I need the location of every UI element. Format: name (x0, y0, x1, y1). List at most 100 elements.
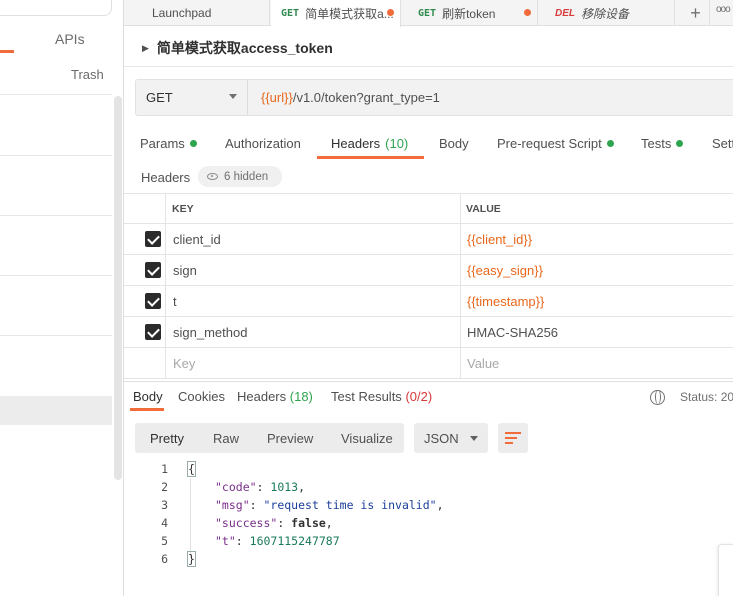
wrap-lines-icon[interactable] (498, 423, 528, 453)
view-visualize[interactable]: Visualize (341, 431, 393, 446)
tab-method: GET (281, 8, 300, 19)
tab-count: (18) (289, 389, 313, 404)
table-border (124, 378, 733, 379)
table-border (124, 254, 733, 255)
table-border (124, 316, 733, 317)
sidebar-search-box[interactable] (0, 0, 112, 16)
table-border (124, 347, 733, 348)
view-raw[interactable]: Raw (213, 431, 239, 446)
response-status: Status: 20 (680, 390, 733, 404)
table-column-divider (460, 193, 461, 378)
line-number: 6 (161, 552, 168, 566)
tab-launchpad[interactable]: Launchpad (138, 0, 270, 26)
method-select[interactable]: GET (136, 80, 248, 115)
active-tab-indicator (317, 156, 424, 159)
tab-label: Launchpad (152, 6, 212, 20)
row-enabled-checkbox[interactable] (145, 262, 161, 278)
tab-params[interactable]: Params (140, 136, 197, 151)
response-tab-body[interactable]: Body (133, 389, 163, 404)
response-divider[interactable] (124, 381, 733, 382)
table-border (124, 223, 733, 224)
code-line: "code": 1013, (215, 480, 306, 494)
eye-icon (207, 173, 218, 180)
tab-label: Body (439, 136, 469, 151)
tab-delete-device[interactable]: DEL 移除设备 (545, 0, 675, 26)
hidden-count: 6 hidden (224, 170, 269, 183)
tab-authorization[interactable]: Authorization (225, 136, 301, 151)
hidden-headers-toggle[interactable]: 6 hidden (198, 166, 282, 187)
floating-panel-edge[interactable] (718, 544, 733, 596)
active-dot-icon (676, 140, 684, 147)
json-key: "msg" (215, 498, 250, 512)
response-tab-headers[interactable]: Headers (18) (237, 389, 313, 404)
header-key[interactable]: client_id (173, 232, 221, 247)
response-tab-test-results[interactable]: Test Results (0/2) (331, 389, 432, 404)
line-number: 1 (161, 462, 168, 476)
sidebar-divider (0, 155, 112, 156)
sidebar-tab-apis[interactable]: APIs (55, 31, 85, 47)
tab-headers[interactable]: Headers (10) (331, 136, 408, 151)
globe-icon[interactable] (650, 390, 665, 405)
line-number: 4 (161, 516, 168, 530)
new-value-input[interactable]: Value (467, 356, 499, 371)
tab-label: 简单模式获取a... (305, 7, 394, 21)
tab-label: Test Results (331, 389, 402, 404)
header-value[interactable]: {{easy_sign}} (467, 263, 543, 278)
table-column-divider (165, 193, 166, 378)
new-tab-plus-icon[interactable]: + (682, 0, 710, 26)
row-enabled-checkbox[interactable] (145, 231, 161, 247)
code-line: "t": 1607115247787 (215, 534, 340, 548)
url-input[interactable]: {{url}}/v1.0/token?grant_type=1 (261, 90, 440, 105)
request-name: 简单模式获取access_token (156, 40, 333, 56)
format-value: JSON (424, 430, 459, 446)
code-line: } (187, 551, 196, 567)
json-key: "success" (215, 516, 278, 530)
json-value: false (291, 516, 326, 530)
active-tab-indicator (130, 408, 164, 411)
header-value[interactable]: {{timestamp}} (467, 294, 544, 309)
tab-get-access-token[interactable]: GET 简单模式获取a... (271, 0, 401, 27)
more-tabs-icon[interactable]: ooo (716, 4, 731, 15)
header-value[interactable]: HMAC-SHA256 (467, 325, 558, 340)
table-border (124, 193, 733, 194)
sidebar (0, 0, 124, 596)
sidebar-scrollbar[interactable] (114, 96, 122, 480)
tab-body[interactable]: Body (439, 136, 469, 151)
sidebar-item-selected[interactable] (0, 396, 112, 425)
request-title[interactable]: ▶ 简单模式获取access_token (142, 38, 333, 58)
code-line: { (187, 461, 196, 477)
divider (124, 66, 733, 67)
new-key-input[interactable]: Key (173, 356, 195, 371)
tab-settings[interactable]: Setti (712, 136, 733, 151)
header-key[interactable]: sign_method (173, 325, 247, 340)
response-tab-cookies[interactable]: Cookies (178, 389, 225, 404)
json-value: 1013 (270, 480, 299, 494)
tab-pre-request-script[interactable]: Pre-request Script (497, 136, 614, 151)
header-key[interactable]: sign (173, 263, 197, 278)
headers-section-label: Headers (141, 170, 191, 185)
active-dot-icon (606, 140, 614, 147)
indent-guide (190, 478, 191, 558)
sidebar-divider (0, 335, 112, 336)
tab-tests[interactable]: Tests (641, 136, 684, 151)
format-select[interactable]: JSON (414, 423, 488, 453)
tab-refresh-token[interactable]: GET 刷新token (408, 0, 538, 26)
method-value: GET (146, 90, 173, 105)
url-path: /v1.0/token?grant_type=1 (292, 90, 440, 105)
sidebar-active-tab-indicator (0, 50, 14, 53)
tab-label: Tests (641, 136, 672, 151)
row-enabled-checkbox[interactable] (145, 293, 161, 309)
header-value[interactable]: {{client_id}} (467, 232, 532, 247)
sidebar-divider (0, 275, 112, 276)
line-number: 5 (161, 534, 168, 548)
sidebar-trash-link[interactable]: Trash (71, 67, 104, 82)
line-number: 2 (161, 480, 168, 494)
line-number: 3 (161, 498, 168, 512)
caret-right-icon[interactable]: ▶ (142, 43, 149, 54)
row-enabled-checkbox[interactable] (145, 324, 161, 340)
view-preview[interactable]: Preview (267, 431, 313, 446)
view-pretty[interactable]: Pretty (150, 431, 184, 446)
header-key[interactable]: t (173, 294, 177, 309)
code-line: "msg": "request time is invalid", (215, 498, 444, 512)
chevron-down-icon (470, 436, 478, 441)
